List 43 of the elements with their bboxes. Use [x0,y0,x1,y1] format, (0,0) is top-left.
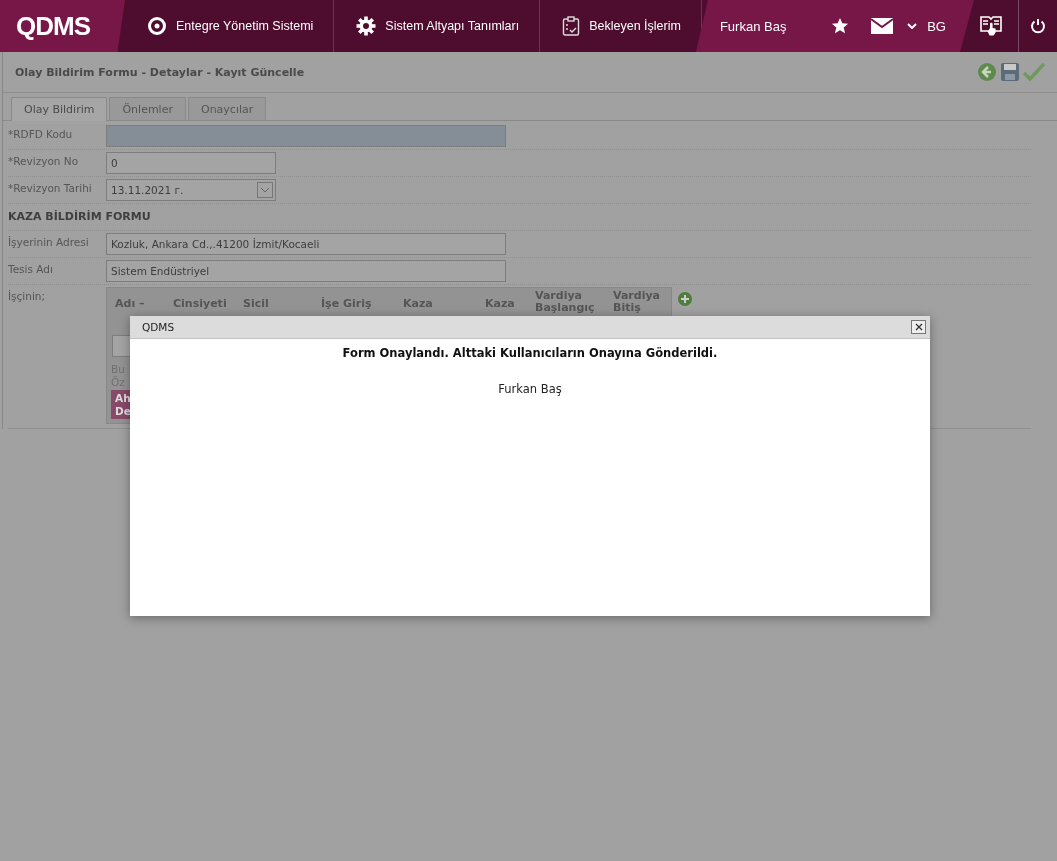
save-icon[interactable] [1000,62,1020,82]
column-header: Vardiya Başlangıç [534,290,596,315]
field-label: İşçinin; [8,289,47,302]
user-name[interactable]: Furkan Baş [719,18,787,34]
tab[interactable]: Olay Bildirim [11,97,108,121]
approver-name: Furkan Baş [497,382,563,396]
field-label: *Revizyon No [8,154,80,167]
gear-icon [356,16,377,36]
star-icon[interactable] [831,17,850,35]
power-icon[interactable] [1030,18,1046,34]
tab[interactable]: Onaycılar [187,97,267,120]
field-label: İşyerinin Adresi [8,235,90,248]
check-icon[interactable] [1023,62,1045,82]
close-icon [914,323,923,331]
section-title: KAZA BİLDİRİM FORMU [8,209,151,223]
field-label: Tesis Adı [8,262,54,275]
nav-item[interactable]: Entegre Yönetim Sistemi [125,0,335,52]
close-button[interactable] [911,320,926,334]
field-label: *RDFD Kodu [8,127,74,140]
dialog-title: QDMS [142,321,175,333]
date-field[interactable]: 13.11.2021 г. [106,179,276,201]
add-icon[interactable] [678,292,692,306]
column-header: Vardiya Bitiş [612,290,661,315]
dialog-message: Form Onaylandı. Alttaki Kullanıcıların Onayına Gönderildi. [341,346,719,360]
input-field[interactable]: Sistem Endüstriyel [106,260,506,282]
chevron-down-icon [907,23,918,29]
column-header: Kaza [484,298,516,311]
page-title: Olay Bildirim Formu - Detaylar - Kayıt Güncelle [15,65,305,79]
column-header: Cinsiyeti [172,298,228,311]
nav-item[interactable]: Sistem Altyapı Tanımları [334,0,541,52]
language-selector[interactable]: BG [907,18,946,34]
field-label: *Revizyon Tarihi [8,181,93,194]
book-icon[interactable] [979,14,1003,38]
input-field[interactable]: Kozluk, Ankara Cd.,.41200 İzmit/Kocaeli [106,233,506,255]
column-header: İşe Giriş [320,298,373,311]
clipboard-icon [562,16,581,36]
q-logo-icon [147,16,167,36]
column-header: Adı – [114,298,146,311]
column-header: Sicil [242,298,270,311]
tab[interactable]: Önlemler [109,97,186,120]
mail-icon[interactable] [871,18,894,34]
column-header: Kaza [402,298,434,311]
input-field[interactable]: 0 [106,152,276,174]
